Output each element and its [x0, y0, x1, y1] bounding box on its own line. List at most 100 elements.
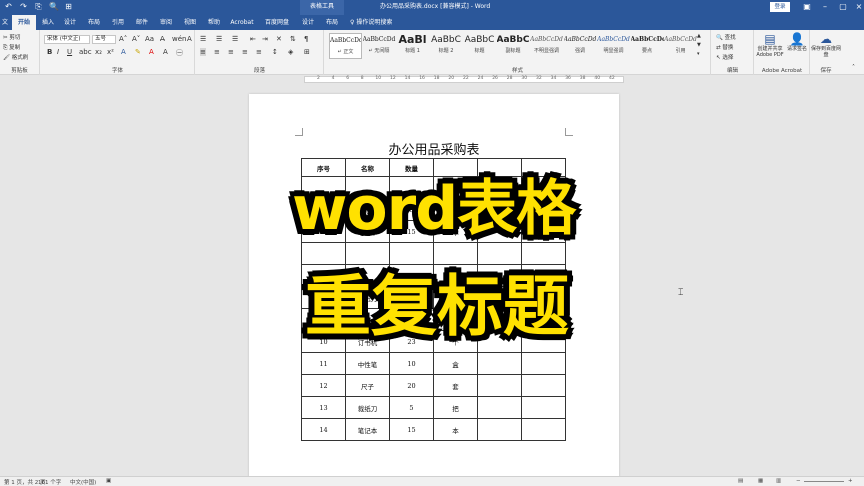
select-button[interactable]: ↖ 选择: [716, 53, 733, 61]
shading-icon[interactable]: ◈: [288, 48, 293, 56]
align-right-icon[interactable]: ≡: [228, 48, 234, 56]
shrink-font-icon[interactable]: A˅: [132, 35, 140, 43]
word-count[interactable]: 161 个字: [38, 478, 61, 486]
print-layout-icon[interactable]: ▦: [758, 478, 763, 484]
table-cell[interactable]: 5: [389, 396, 434, 419]
redo-icon[interactable]: ↷: [19, 2, 28, 12]
justify-icon[interactable]: ≡: [242, 48, 248, 56]
distribute-icon[interactable]: ≡: [256, 48, 262, 56]
table-cell[interactable]: 11: [301, 352, 346, 375]
language-indicator[interactable]: 中文(中国): [70, 478, 96, 486]
table-cell[interactable]: [477, 352, 522, 375]
save-to-baidu-button[interactable]: ☁ 保存到百度网盘: [811, 32, 841, 58]
change-case-icon[interactable]: Aa: [145, 35, 154, 43]
table-cell[interactable]: 盒: [433, 352, 478, 375]
style-item[interactable]: AaBbCcDd ↵ 无间隔: [363, 33, 396, 59]
table-cell[interactable]: [521, 374, 566, 397]
font-size-select[interactable]: 五号: [92, 35, 116, 44]
increase-indent-icon[interactable]: ⇥: [262, 35, 268, 43]
table-cell[interactable]: 尺子: [345, 374, 390, 397]
find-button[interactable]: 🔍 查找: [716, 33, 736, 41]
char-shading-icon[interactable]: A: [163, 48, 168, 56]
table-cell[interactable]: 20: [389, 374, 434, 397]
focus-mode-icon[interactable]: ▤: [738, 478, 743, 484]
table-cell[interactable]: 本: [433, 418, 478, 441]
table-cell[interactable]: [477, 396, 522, 419]
web-layout-icon[interactable]: ▥: [776, 478, 781, 484]
replace-button[interactable]: ⇄ 替换: [716, 43, 733, 51]
strikethrough-icon[interactable]: abc: [79, 48, 92, 56]
char-border-icon[interactable]: A: [187, 35, 192, 43]
copy-button[interactable]: ⎘ 复制: [3, 43, 20, 52]
grow-font-icon[interactable]: A˄: [119, 35, 127, 43]
table-cell[interactable]: 14: [301, 418, 346, 441]
enclose-char-icon[interactable]: ㊀: [176, 48, 183, 58]
tab-references[interactable]: 引用: [108, 15, 128, 30]
tab-baidu-netdisk[interactable]: 百度网盘: [262, 15, 292, 30]
tab-review[interactable]: 审阅: [156, 15, 176, 30]
table-cell[interactable]: [521, 418, 566, 441]
style-item[interactable]: AaBbCcDd 不明显强调: [530, 33, 563, 59]
tab-design[interactable]: 设计: [60, 15, 80, 30]
preview-icon[interactable]: 🔍: [49, 2, 59, 12]
horizontal-ruler[interactable]: 2 4 6 8 10 12 14 16 18 20 22 24 26 28 30 32 34 36 38 40 42: [0, 75, 864, 84]
collapse-ribbon-icon[interactable]: ˄: [852, 64, 855, 71]
multilevel-list-icon[interactable]: ☰: [232, 35, 238, 43]
style-item[interactable]: AaBbC 标题: [463, 33, 496, 59]
zoom-out-icon[interactable]: −: [796, 478, 801, 484]
copy-icon[interactable]: ⎘: [34, 2, 43, 12]
tab-insert[interactable]: 插入: [38, 15, 58, 30]
tab-home[interactable]: 开始: [12, 15, 36, 30]
table-cell[interactable]: 13: [301, 396, 346, 419]
zoom-slider[interactable]: [804, 481, 844, 482]
highlight-icon[interactable]: ✎: [135, 48, 141, 56]
text-effects-icon[interactable]: A: [121, 48, 126, 56]
superscript-icon[interactable]: x²: [107, 48, 114, 56]
styles-scroll-up-icon[interactable]: ▲: [697, 33, 701, 39]
table-cell[interactable]: 套: [433, 374, 478, 397]
table-cell[interactable]: 12: [301, 374, 346, 397]
style-item[interactable]: AaBbCcDd ↵ 正文: [329, 33, 362, 59]
style-item[interactable]: AaBbC 标题 2: [430, 33, 463, 59]
style-item[interactable]: AaBbCcDd 强调: [564, 33, 597, 59]
macro-icon[interactable]: ▣: [106, 478, 111, 484]
table-cell[interactable]: 笔记本: [345, 418, 390, 441]
chinese-layout-icon[interactable]: ✕: [276, 35, 282, 43]
login-button[interactable]: 登录: [770, 2, 790, 12]
table-cell[interactable]: [477, 418, 522, 441]
numbering-icon[interactable]: ☰: [216, 35, 222, 43]
styles-more-icon[interactable]: ▾: [697, 51, 700, 57]
table-cell[interactable]: 中性笔: [345, 352, 390, 375]
tell-me-search[interactable]: ♀ 操作说明搜索: [350, 15, 392, 30]
sort-icon[interactable]: ⇅: [290, 35, 296, 43]
table-cell[interactable]: [521, 396, 566, 419]
zoom-in-icon[interactable]: +: [848, 478, 853, 484]
table-icon[interactable]: ⊞: [64, 2, 73, 12]
style-item[interactable]: AaBbCcDd 明显强调: [597, 33, 630, 59]
font-color-icon[interactable]: A: [149, 48, 154, 56]
tab-file[interactable]: 文件: [0, 15, 10, 41]
style-item[interactable]: AaBbCcDd 要点: [631, 33, 664, 59]
tab-acrobat[interactable]: Acrobat: [228, 15, 256, 30]
align-left-icon[interactable]: ≡: [200, 48, 206, 56]
create-share-pdf-button[interactable]: ▤ 创建并共享 Adobe PDF: [755, 32, 785, 58]
show-marks-icon[interactable]: ¶: [304, 35, 308, 43]
styles-scroll-down-icon[interactable]: ▼: [697, 42, 701, 48]
clear-format-icon[interactable]: A̶: [160, 35, 165, 43]
line-spacing-icon[interactable]: ↕: [272, 48, 278, 56]
format-painter-button[interactable]: 🖌 格式刷: [3, 53, 28, 61]
table-cell[interactable]: [477, 374, 522, 397]
request-signature-button[interactable]: 👤 请求签名: [787, 32, 807, 52]
style-item[interactable]: AaBbC 副标题: [497, 33, 530, 59]
table-cell[interactable]: 15: [389, 418, 434, 441]
decrease-indent-icon[interactable]: ⇤: [250, 35, 256, 43]
tab-help[interactable]: 帮助: [204, 15, 224, 30]
table-cell[interactable]: [521, 352, 566, 375]
bullets-icon[interactable]: ☰: [200, 35, 206, 43]
style-item[interactable]: AaBbCcDd 引用: [664, 33, 697, 59]
underline-icon[interactable]: U: [67, 48, 72, 56]
subscript-icon[interactable]: x₂: [95, 48, 102, 56]
table-cell[interactable]: 把: [433, 396, 478, 419]
italic-icon[interactable]: I: [57, 48, 59, 56]
cut-button[interactable]: ✂ 剪切: [3, 33, 20, 41]
